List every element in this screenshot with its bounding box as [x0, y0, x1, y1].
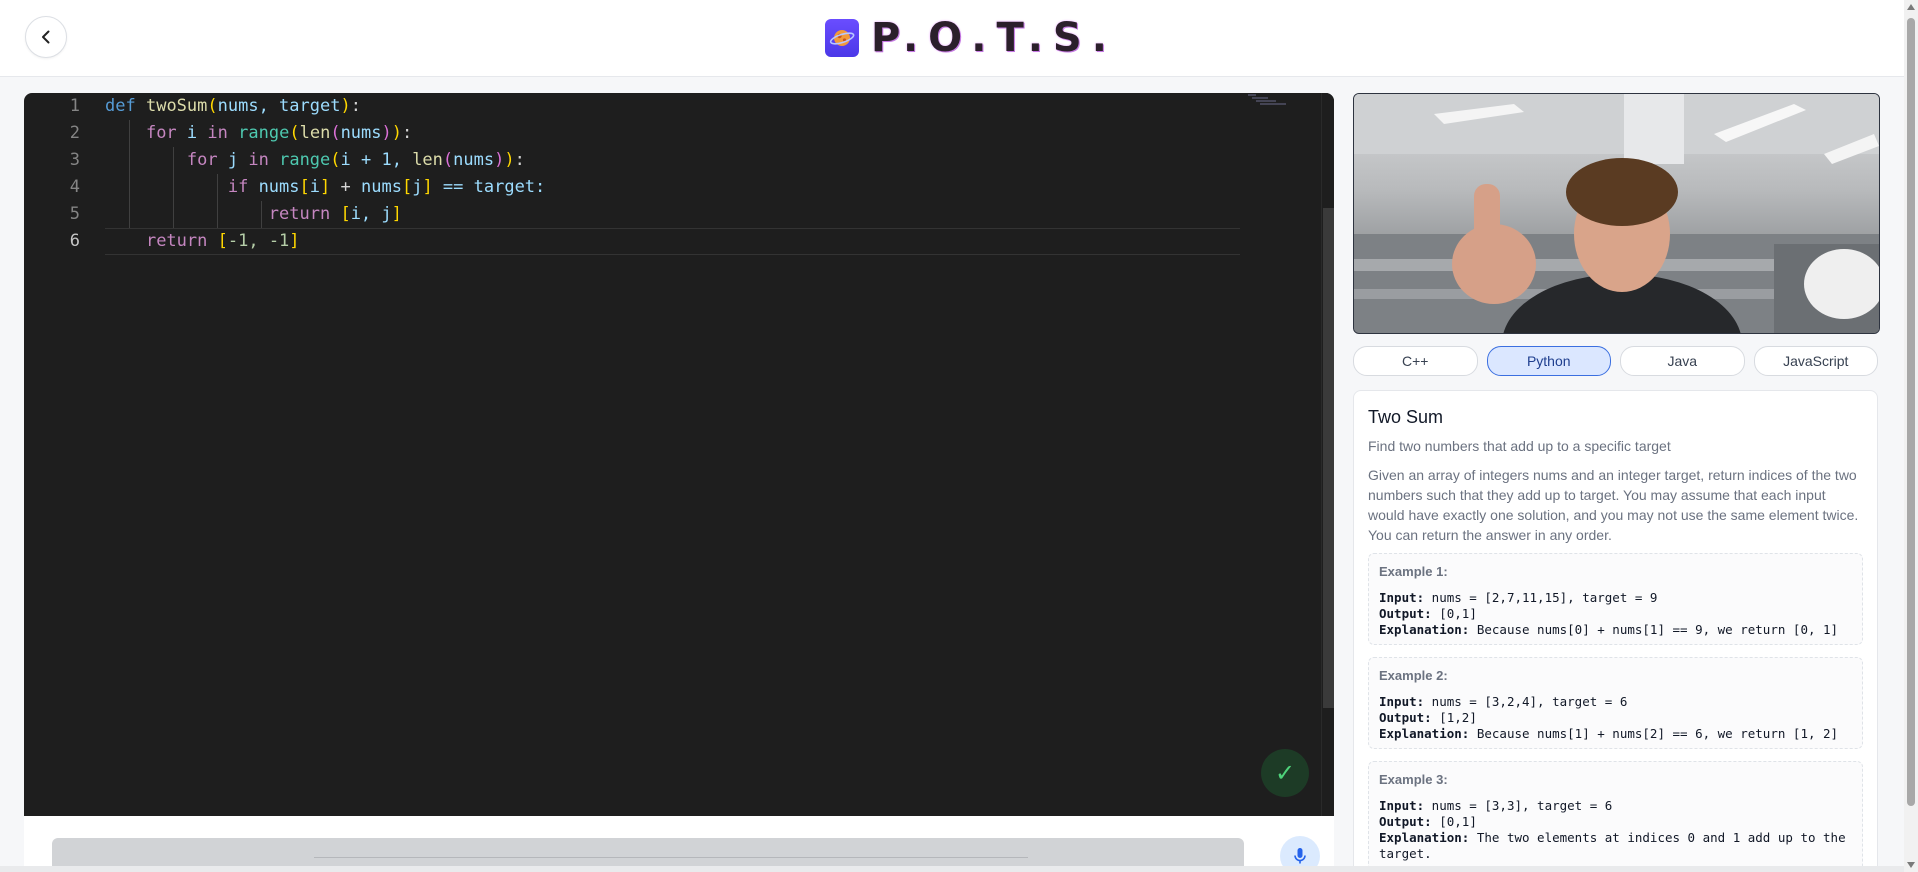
scroll-up-icon[interactable] — [1907, 4, 1915, 10]
line-number: 5 — [69, 204, 80, 224]
problem-subtitle: Find two numbers that add up to a specif… — [1368, 438, 1671, 454]
example-output: Output: [1,2] — [1379, 710, 1477, 725]
app: P.O.T.S. 1 2 3 4 5 6 def twoSum(nums, ta… — [0, 0, 1918, 872]
line-number: 2 — [69, 123, 80, 143]
line-number-gutter: 1 2 3 4 5 6 — [24, 93, 104, 816]
check-icon: ✓ — [1274, 759, 1296, 787]
brand: P.O.T.S. — [825, 15, 1117, 61]
run-check-button[interactable]: ✓ — [1261, 749, 1309, 797]
example-output: Output: [0,1] — [1379, 606, 1477, 621]
line-number: 1 — [69, 96, 80, 116]
editor-scrollbar[interactable] — [1321, 93, 1334, 816]
chat-input-area — [24, 816, 1334, 872]
example-card: Example 2: Input: nums = [3,2,4], target… — [1368, 657, 1863, 749]
example-card: Example 3: Input: nums = [3,3], target =… — [1368, 761, 1863, 871]
language-button-python[interactable]: Python — [1486, 346, 1611, 376]
code-line-1: def twoSum(nums, target): — [105, 96, 361, 116]
example-title: Example 1: — [1379, 564, 1448, 579]
webcam-image — [1354, 94, 1879, 333]
example-output: Output: [0,1] — [1379, 814, 1477, 829]
code-line-6: return [-1, -1] — [145, 231, 300, 251]
example-title: Example 3: — [1379, 772, 1448, 787]
planet-icon — [825, 19, 859, 57]
scroll-down-icon[interactable] — [1907, 862, 1915, 868]
code-line-5: return [i, j] — [268, 204, 402, 224]
code-editor[interactable]: 1 2 3 4 5 6 def twoSum(nums, target): fo… — [24, 93, 1334, 816]
example-explanation: Explanation: Because nums[1] + nums[2] =… — [1379, 726, 1839, 741]
example-explanation: Explanation: The two elements at indices… — [1379, 830, 1854, 861]
back-button[interactable] — [25, 16, 67, 58]
example-input: Input: nums = [3,2,4], target = 6 — [1379, 694, 1628, 709]
language-button-cpp[interactable]: C++ — [1353, 346, 1478, 376]
editor-scrollbar-thumb[interactable] — [1323, 208, 1334, 708]
page-scrollbar-thumb[interactable] — [1907, 18, 1915, 806]
language-button-java[interactable]: Java — [1620, 346, 1745, 376]
language-button-javascript[interactable]: JavaScript — [1753, 346, 1878, 376]
code-line-4: if nums[i] + nums[j] == target: — [227, 177, 546, 197]
chevron-left-icon — [42, 30, 50, 44]
line-number: 3 — [69, 150, 80, 170]
input-underline — [314, 857, 1028, 858]
example-input: Input: nums = [3,3], target = 6 — [1379, 798, 1613, 813]
line-number: 6 — [69, 231, 80, 251]
webcam-feed — [1353, 93, 1880, 334]
header: P.O.T.S. — [0, 0, 1904, 77]
microphone-icon — [1294, 848, 1306, 864]
bottom-edge — [0, 866, 1904, 872]
example-card: Example 1: Input: nums = [2,7,11,15], ta… — [1368, 553, 1863, 645]
code-line-3: for j in range(i + 1, len(nums)): — [186, 150, 525, 170]
minimap[interactable] — [1246, 93, 1290, 107]
line-number: 4 — [69, 177, 80, 197]
problem-description: Given an array of integers nums and an i… — [1368, 467, 1859, 543]
page-scrollbar[interactable] — [1904, 0, 1918, 872]
example-explanation: Explanation: Because nums[0] + nums[1] =… — [1379, 622, 1839, 637]
example-input: Input: nums = [2,7,11,15], target = 9 — [1379, 590, 1658, 605]
app-title: P.O.T.S. — [871, 15, 1117, 61]
example-title: Example 2: — [1379, 668, 1448, 683]
problem-panel: Two Sum Find two numbers that add up to … — [1353, 390, 1878, 872]
problem-title: Two Sum — [1368, 407, 1444, 427]
language-selector: C++ Python Java JavaScript — [1353, 346, 1878, 376]
code-line-2: for i in range(len(nums)): — [145, 123, 413, 143]
